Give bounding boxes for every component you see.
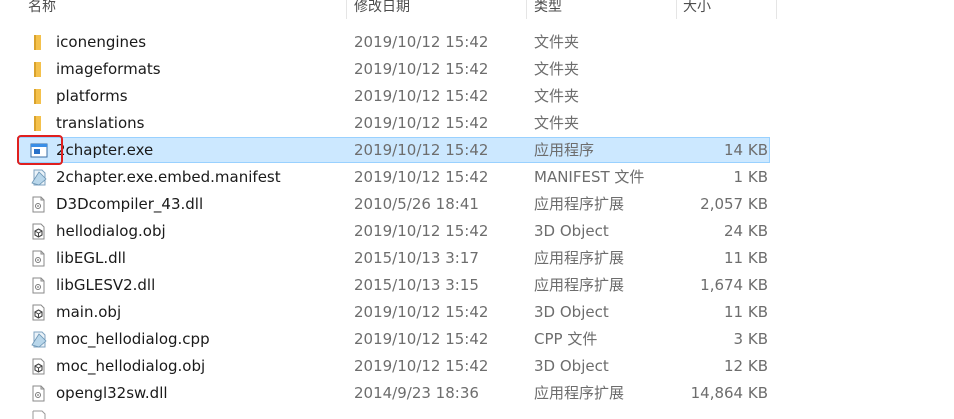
file-name: 2chapter.exe xyxy=(56,141,154,159)
file-size: 1,674 KB xyxy=(700,276,768,294)
file-name: D3Dcompiler_43.dll xyxy=(56,195,204,213)
file-type: 文件夹 xyxy=(534,114,580,132)
generic-file-icon xyxy=(30,169,48,186)
file-date: 2019/10/12 15:42 xyxy=(354,357,489,375)
file-size: 2,057 KB xyxy=(700,195,768,213)
column-header-bar: 名称 修改日期 类型 大小 xyxy=(0,0,954,19)
file-row[interactable]: translations 2019/10/12 15:42 文件夹 xyxy=(0,110,954,137)
column-divider[interactable] xyxy=(526,0,527,19)
file-date: 2019/10/12 15:42 xyxy=(354,222,489,240)
file-name: 2chapter.exe.embed.manifest xyxy=(56,168,281,186)
file-date: 2019/10/12 15:42 xyxy=(354,303,489,321)
file-size: 14,864 KB xyxy=(690,384,768,402)
file-name: libEGL.dll xyxy=(56,249,126,267)
folder-icon xyxy=(30,61,48,78)
file-type: 文件夹 xyxy=(534,60,580,78)
annotation-highlight-box xyxy=(17,135,63,165)
file-type: 3D Object xyxy=(534,357,609,375)
file-row[interactable]: main.obj 2019/10/12 15:42 3D Object 11 KB xyxy=(0,299,954,326)
file-type: 应用程序 xyxy=(534,141,595,159)
column-divider[interactable] xyxy=(776,0,777,19)
file-date: 2014/9/23 18:36 xyxy=(354,384,479,402)
file-type: CPP 文件 xyxy=(534,330,598,348)
file-size: 11 KB xyxy=(724,303,768,321)
file-date: 2019/10/12 15:42 xyxy=(354,141,489,159)
file-date: 2019/10/12 15:42 xyxy=(354,114,489,132)
file-type: 3D Object xyxy=(534,222,609,240)
file-type: 应用程序扩展 xyxy=(534,195,625,213)
file-row[interactable]: 2chapter.exe 2019/10/12 15:42 应用程序 14 KB xyxy=(0,137,954,164)
file-row[interactable]: opengl32sw.dll 2014/9/23 18:36 应用程序扩展 14,86… xyxy=(0,380,954,407)
file-row[interactable]: platforms 2019/10/12 15:42 文件夹 xyxy=(0,83,954,110)
file-name: main.obj xyxy=(56,303,122,321)
file-row[interactable]: 2chapter.exe.embed.manifest 2019/10/12 15… xyxy=(0,164,954,191)
file-row[interactable]: libGLESV2.dll 2015/10/13 3:15 应用程序扩展 1,674 … xyxy=(0,272,954,299)
3d-object-icon xyxy=(30,304,48,321)
column-header-date[interactable]: 修改日期 xyxy=(354,0,410,18)
file-type: 文件夹 xyxy=(534,87,580,105)
dll-icon xyxy=(30,250,48,267)
file-size: 3 KB xyxy=(733,330,768,348)
file-size: 11 KB xyxy=(724,249,768,267)
file-row[interactable]: hellodialog.obj 2019/10/12 15:42 3D Object… xyxy=(0,218,954,245)
file-row[interactable]: libEGL.dll 2015/10/13 3:17 应用程序扩展 11 KB xyxy=(0,245,954,272)
column-header-type[interactable]: 类型 xyxy=(534,0,562,18)
file-name: hellodialog.obj xyxy=(56,222,166,240)
file-row[interactable]: moc_hellodialog.obj 2019/10/12 15:42 3D Ob… xyxy=(0,353,954,380)
file-name: imageformats xyxy=(56,60,161,78)
file-size: 12 KB xyxy=(724,357,768,375)
file-row[interactable]: moc_hellodialog.cpp 2019/10/12 15:42 CPP 文… xyxy=(0,326,954,353)
file-name: iconengines xyxy=(56,33,147,51)
file-type: 3D Object xyxy=(534,303,609,321)
file-name: moc_hellodialog.obj xyxy=(56,357,206,375)
3d-object-icon xyxy=(30,358,48,375)
file-date: 2019/10/12 15:42 xyxy=(354,87,489,105)
column-divider[interactable] xyxy=(346,0,347,19)
file-size: 24 KB xyxy=(724,222,768,240)
file-row[interactable]: imageformats 2019/10/12 15:42 文件夹 xyxy=(0,56,954,83)
file-type: MANIFEST 文件 xyxy=(534,168,645,186)
folder-icon xyxy=(30,115,48,132)
file-date: 2019/10/12 15:42 xyxy=(354,168,489,186)
file-row[interactable]: D3Dcompiler_43.dll 2010/5/26 18:41 应用程序扩展 2… xyxy=(0,191,954,218)
3d-object-icon xyxy=(30,223,48,240)
file-date: 2015/10/13 3:17 xyxy=(354,249,479,267)
dll-icon xyxy=(30,277,48,294)
generic-file-icon xyxy=(30,331,48,348)
file-type: 应用程序扩展 xyxy=(534,249,625,267)
dll-icon xyxy=(30,196,48,213)
file-date: 2019/10/12 15:42 xyxy=(354,33,489,51)
file-name: platforms xyxy=(56,87,128,105)
folder-icon xyxy=(30,88,48,105)
file-name: translations xyxy=(56,114,145,132)
file-type: 文件夹 xyxy=(534,33,580,51)
file-row[interactable]: iconengines 2019/10/12 15:42 文件夹 xyxy=(0,29,954,56)
file-name: moc_hellodialog.cpp xyxy=(56,330,210,348)
column-header-name[interactable]: 名称 xyxy=(28,0,56,18)
file-name: libGLESV2.dll xyxy=(56,276,156,294)
file-date: 2010/5/26 18:41 xyxy=(354,195,479,213)
partial-row-icon xyxy=(32,410,46,419)
file-date: 2019/10/12 15:42 xyxy=(354,60,489,78)
dll-icon xyxy=(30,385,48,402)
folder-icon xyxy=(30,34,48,51)
file-type: 应用程序扩展 xyxy=(534,276,625,294)
column-header-size[interactable]: 大小 xyxy=(683,0,711,18)
file-type: 应用程序扩展 xyxy=(534,384,625,402)
file-size: 1 KB xyxy=(733,168,768,186)
file-size: 14 KB xyxy=(724,141,768,159)
file-date: 2019/10/12 15:42 xyxy=(354,330,489,348)
file-date: 2015/10/13 3:15 xyxy=(354,276,479,294)
file-name: opengl32sw.dll xyxy=(56,384,168,402)
column-divider[interactable] xyxy=(676,0,677,19)
